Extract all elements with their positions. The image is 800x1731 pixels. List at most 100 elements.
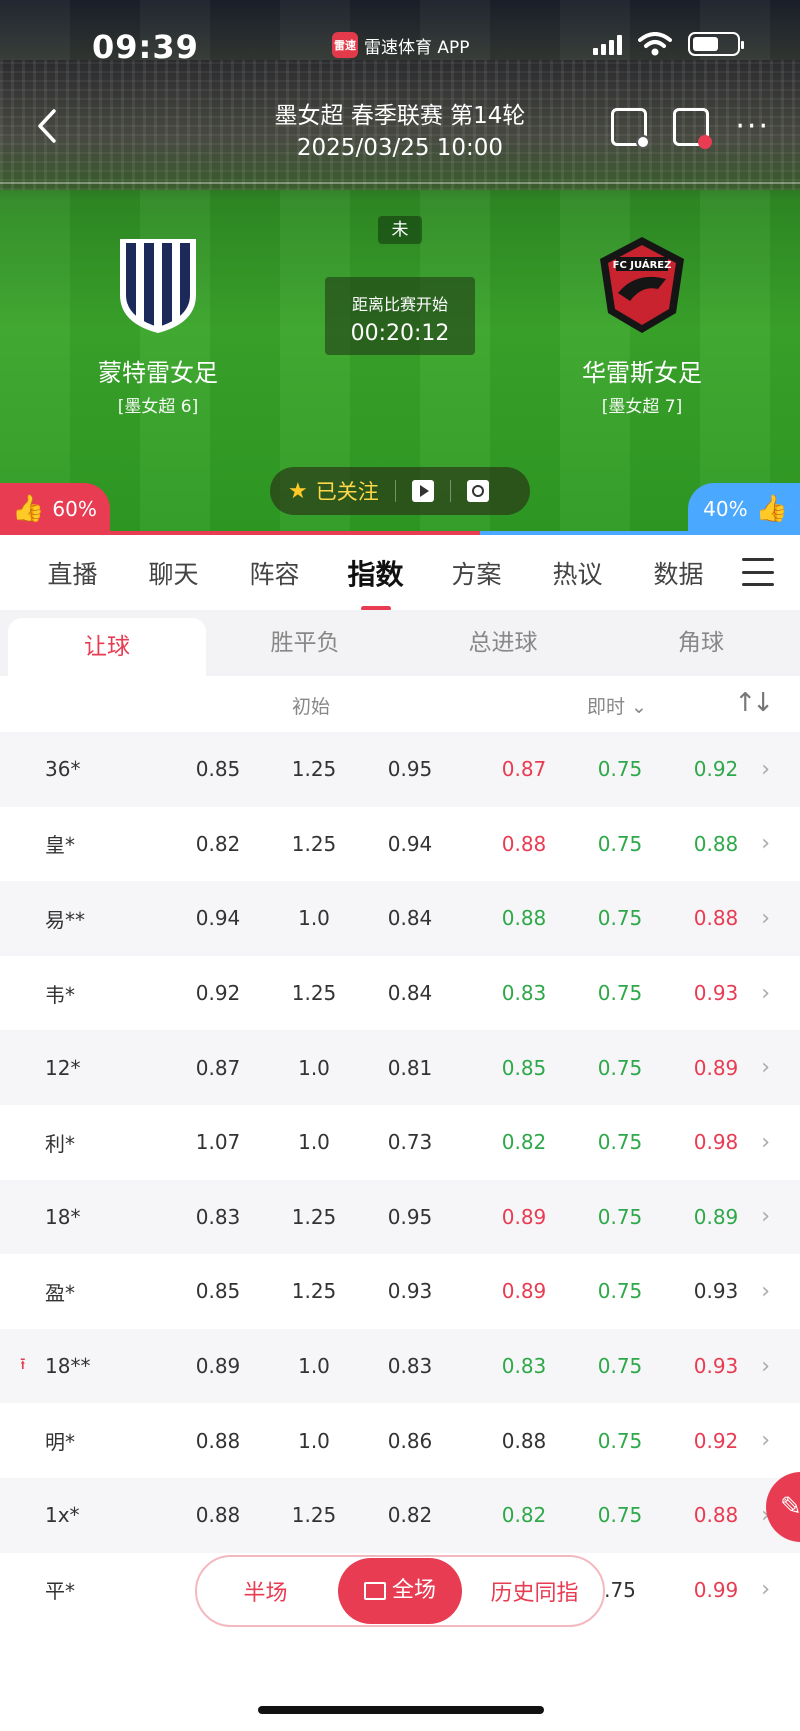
battery-icon	[688, 32, 744, 56]
chevron-right-icon: ›	[761, 905, 770, 931]
live-home-odds: 0.82	[501, 1130, 547, 1155]
initial-handicap: 1.0	[298, 906, 330, 931]
header-actions: ···	[611, 108, 770, 149]
app-brand: 雷速 雷速体育 APP	[332, 32, 470, 58]
live-home-odds: 0.83	[501, 1354, 547, 1379]
match-header: 09:39 雷速 雷速体育 APP 墨女超 春季联赛 第14轮 2025/03/…	[0, 0, 800, 535]
live-home-odds: 0.83	[501, 981, 547, 1006]
bookmaker-name: 利*	[45, 1131, 75, 1156]
table-row[interactable]: 1x* 0.88 1.25 0.82 0.82 0.75 0.88 ›	[0, 1477, 800, 1553]
away-team[interactable]: FC JUÁREZ 华雷斯女足 [墨女超 7]	[532, 235, 752, 417]
tab-chat[interactable]: 聊天	[123, 555, 224, 591]
subtab-handicap[interactable]: 让球	[8, 618, 206, 676]
sort-icon[interactable]: ↑↓	[734, 688, 774, 718]
pin-up-icon: ⭱	[20, 1353, 26, 1373]
initial-handicap: 1.25	[291, 1279, 337, 1304]
initial-handicap: 1.0	[298, 1428, 330, 1453]
live-handicap: 0.75	[597, 831, 643, 856]
live-away-odds: 0.89	[693, 1204, 739, 1229]
table-row[interactable]: 韦* 0.92 1.25 0.84 0.83 0.75 0.93 ›	[0, 955, 800, 1031]
live-away-odds: 0.99	[693, 1577, 739, 1602]
table-row[interactable]: 利* 1.07 1.0 0.73 0.82 0.75 0.98 ›	[0, 1104, 800, 1180]
tab-odds[interactable]: 指数	[325, 553, 426, 611]
wifi-icon	[638, 32, 672, 56]
full-time-label: 全场	[391, 1578, 436, 1603]
subtab-total-goals[interactable]: 总进球	[404, 610, 602, 676]
live-handicap: 0.75	[597, 1354, 643, 1379]
chevron-right-icon: ›	[761, 831, 770, 857]
tab-plans[interactable]: 方案	[426, 555, 527, 591]
tab-live[interactable]: 直播	[22, 555, 123, 591]
live-away-odds: 0.92	[693, 1428, 739, 1453]
chevron-right-icon: ›	[761, 1428, 770, 1454]
away-support-vote[interactable]: 40% 👍	[688, 483, 800, 535]
animation-pitch-icon[interactable]	[466, 480, 489, 502]
table-row[interactable]: 明* 0.88 1.0 0.86 0.88 0.75 0.92 ›	[0, 1403, 800, 1478]
table-row[interactable]: 12* 0.87 1.0 0.81 0.85 0.75 0.89 ›	[0, 1030, 800, 1105]
menu-icon[interactable]	[742, 558, 774, 586]
chevron-right-icon: ›	[761, 1353, 770, 1379]
bookmaker-name: 18*	[45, 1204, 81, 1229]
countdown-box: 距离比赛开始 00:20:12	[325, 277, 475, 355]
table-row[interactable]: ⭱ 18** 0.89 1.0 0.83 0.83 0.75 0.93 ›	[0, 1328, 800, 1404]
odds-column-header: 初始 即时 ⌄ ↑↓	[0, 676, 800, 732]
tab-stats[interactable]: 数据	[628, 555, 729, 591]
half-time-option[interactable]: 半场	[197, 1575, 334, 1607]
initial-home-odds: 0.89	[195, 1354, 241, 1379]
bookmaker-name: 12*	[45, 1055, 81, 1080]
bookmaker-name: 平*	[45, 1579, 75, 1604]
home-indicator[interactable]	[258, 1706, 544, 1714]
away-team-rank: [墨女超 7]	[601, 397, 683, 417]
table-row[interactable]: 18* 0.83 1.25 0.95 0.89 0.75 0.89 ›	[0, 1179, 800, 1255]
live-home-odds: 0.82	[501, 1503, 547, 1528]
bookmaker-name: 皇*	[45, 833, 75, 858]
initial-away-odds: 0.95	[387, 1204, 433, 1229]
live-odds-dropdown[interactable]: 即时 ⌄	[587, 692, 647, 719]
live-handicap: 0.75	[597, 1428, 643, 1453]
chevron-right-icon: ›	[761, 1577, 770, 1603]
system-icons	[593, 32, 744, 56]
initial-handicap: 1.25	[291, 981, 337, 1006]
record-button[interactable]	[673, 108, 713, 149]
bookmaker-name: 1x*	[45, 1503, 80, 1528]
tab-discussion[interactable]: 热议	[527, 555, 628, 591]
thumbs-up-icon: 👍	[755, 494, 788, 524]
table-row[interactable]: 36* 0.85 1.25 0.95 0.87 0.75 0.92 ›	[0, 732, 800, 807]
more-options-button[interactable]: ···	[735, 112, 770, 142]
chevron-right-icon: ›	[761, 1129, 770, 1155]
home-support-vote[interactable]: 👍 60%	[0, 483, 110, 535]
live-handicap: 0.75	[597, 1503, 643, 1528]
initial-home-odds: 0.94	[195, 906, 241, 931]
subtab-corners[interactable]: 角球	[602, 610, 800, 676]
bookmaker-name: 明*	[45, 1430, 75, 1455]
table-row[interactable]: 皇* 0.82 1.25 0.94 0.88 0.75 0.88 ›	[0, 806, 800, 882]
initial-handicap: 1.0	[298, 1055, 330, 1080]
video-play-icon[interactable]	[411, 480, 434, 502]
table-row[interactable]: 盈* 0.85 1.25 0.93 0.89 0.75 0.93 ›	[0, 1254, 800, 1329]
float-window-button[interactable]	[611, 108, 651, 149]
initial-home-odds: 0.92	[195, 981, 241, 1006]
initial-home-odds: 0.85	[195, 1279, 241, 1304]
initial-away-odds: 0.84	[387, 906, 433, 931]
away-support-pct: 40%	[703, 497, 748, 521]
live-home-odds: 0.88	[501, 906, 547, 931]
live-handicap: 0.75	[597, 1130, 643, 1155]
live-handicap: 0.75	[597, 1279, 643, 1304]
odds-subtabs: 让球 胜平负 总进球 角球	[0, 610, 800, 676]
home-support-pct: 60%	[52, 497, 97, 521]
brand-name: 雷速体育 APP	[364, 37, 470, 58]
bookmaker-name: 盈*	[45, 1280, 75, 1305]
live-away-odds: 0.92	[693, 757, 739, 782]
home-team[interactable]: 蒙特雷女足 [墨女超 6]	[48, 235, 268, 417]
table-row[interactable]: 易** 0.94 1.0 0.84 0.88 0.75 0.88 ›	[0, 881, 800, 956]
initial-handicap: 1.0	[298, 1130, 330, 1155]
period-switch: 半场 全场 历史同指	[195, 1555, 605, 1627]
initial-handicap: 1.0	[298, 1354, 330, 1379]
tab-lineup[interactable]: 阵容	[224, 555, 325, 591]
pitch-line	[0, 182, 800, 184]
subtab-1x2[interactable]: 胜平负	[206, 610, 404, 676]
history-same-odds-option[interactable]: 历史同指	[466, 1575, 603, 1607]
follow-button[interactable]: 已关注	[316, 476, 379, 506]
full-time-option[interactable]: 全场	[338, 1558, 462, 1624]
home-support-fill	[0, 531, 480, 535]
